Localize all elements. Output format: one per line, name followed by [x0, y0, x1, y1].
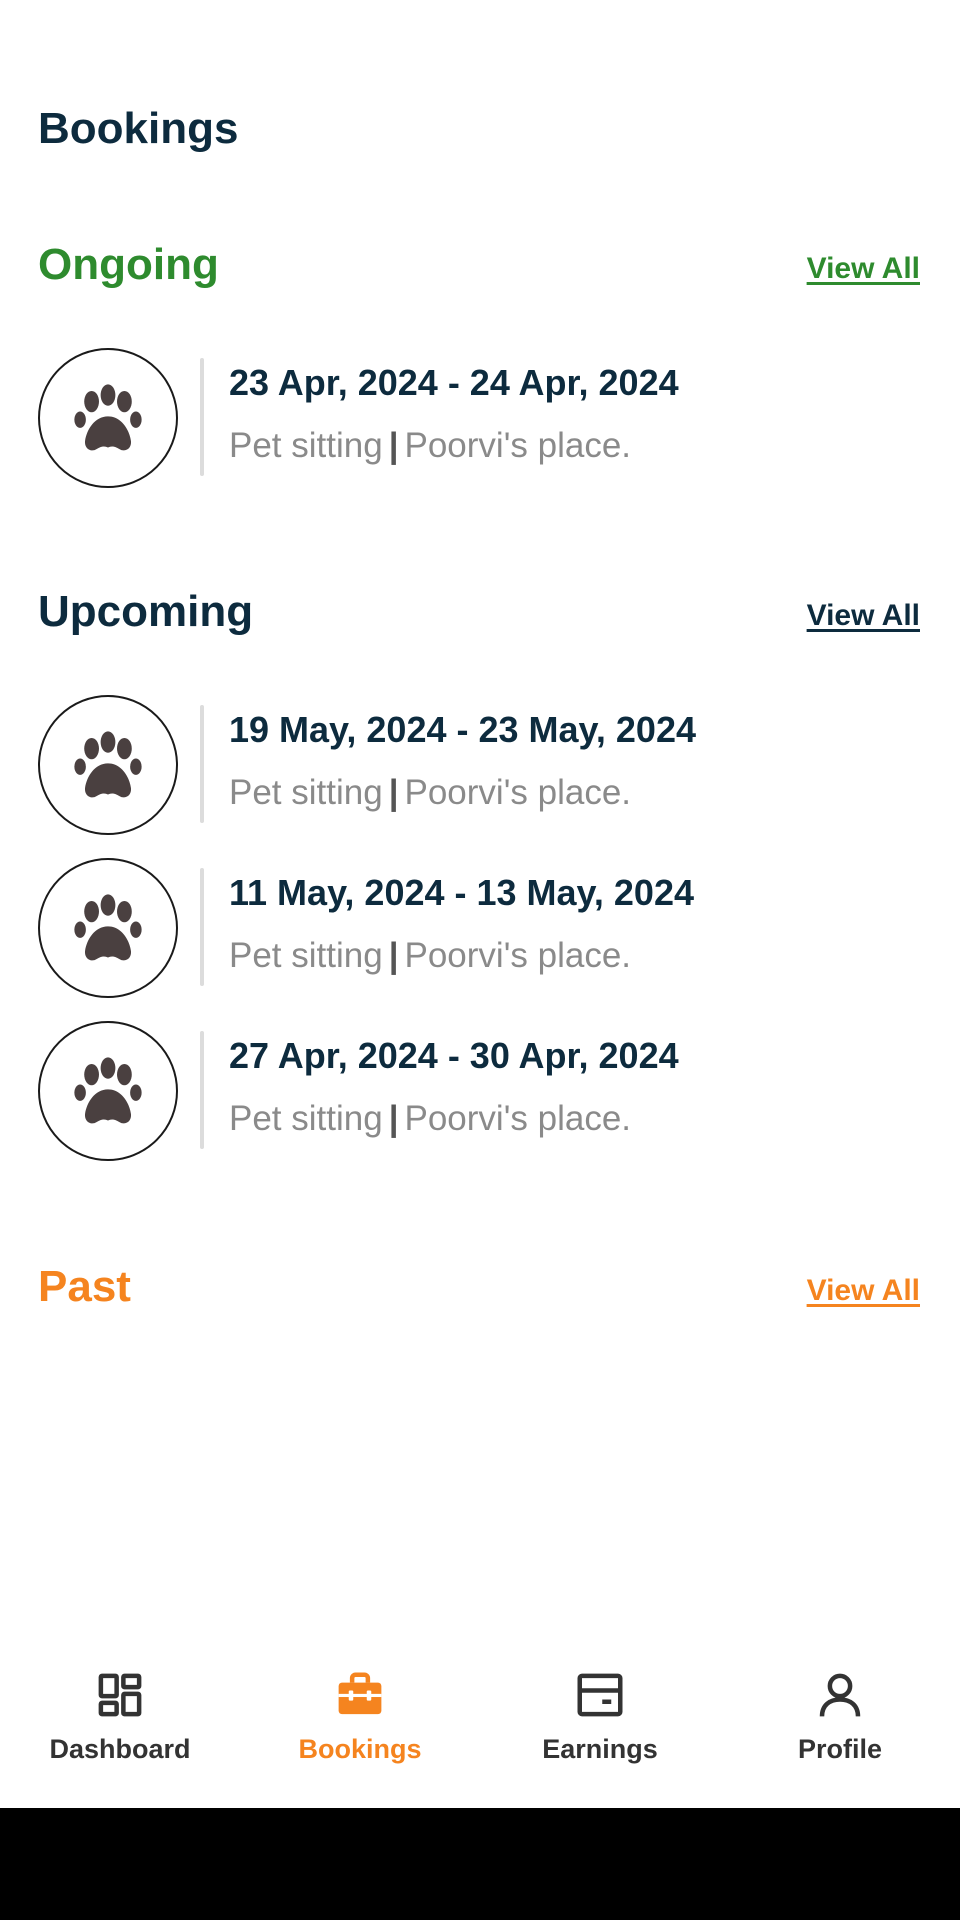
booking-service: Pet sitting — [229, 936, 383, 975]
booking-separator: | — [388, 1099, 399, 1138]
nav-item-bookings[interactable]: Bookings — [240, 1668, 480, 1788]
booking-place: Poorvi's place. — [404, 773, 632, 812]
view-all-past-link[interactable]: View All — [807, 1274, 920, 1308]
nav-item-earnings[interactable]: Earnings — [480, 1668, 720, 1788]
page-title: Bookings — [38, 104, 239, 153]
view-all-ongoing-link[interactable]: View All — [807, 252, 920, 286]
section-title-upcoming: Upcoming — [38, 587, 254, 636]
booking-dates: 19 May, 2024 - 23 May, 2024 — [229, 709, 696, 750]
booking-card[interactable]: 23 Apr, 2024 - 24 Apr, 2024 Pet sitting |… — [38, 348, 918, 488]
section-past-header: Past View All — [38, 1262, 920, 1322]
booking-divider — [200, 705, 204, 823]
wallet-icon — [577, 1673, 623, 1717]
booking-dates: 27 Apr, 2024 - 30 Apr, 2024 — [229, 1035, 679, 1076]
dashboard-icon — [98, 1673, 142, 1717]
booking-separator: | — [388, 426, 399, 465]
booking-service: Pet sitting — [229, 1099, 383, 1138]
nav-label-profile: Profile — [797, 1734, 883, 1764]
booking-place: Poorvi's place. — [404, 1099, 632, 1138]
paw-icon — [74, 384, 142, 451]
system-navigation-bar — [0, 1808, 960, 1920]
person-icon — [819, 1673, 861, 1717]
paw-icon — [74, 894, 142, 961]
booking-avatar — [38, 348, 178, 488]
section-title-ongoing: Ongoing — [38, 240, 219, 289]
paw-icon — [74, 1057, 142, 1124]
bottom-nav: Dashboard Bookings Earnings Profile — [0, 1640, 960, 1808]
nav-item-dashboard[interactable]: Dashboard — [0, 1668, 240, 1788]
booking-meta: Pet sitting | Poorvi's place. — [229, 773, 631, 813]
section-title-past: Past — [38, 1262, 131, 1311]
booking-card[interactable]: 11 May, 2024 - 13 May, 2024 Pet sitting |… — [38, 858, 918, 998]
booking-place: Poorvi's place. — [404, 426, 632, 465]
briefcase-icon — [338, 1672, 382, 1715]
booking-divider — [200, 358, 204, 476]
booking-dates: 23 Apr, 2024 - 24 Apr, 2024 — [229, 362, 679, 403]
booking-service: Pet sitting — [229, 426, 383, 465]
booking-separator: | — [388, 936, 399, 975]
booking-place: Poorvi's place. — [404, 936, 632, 975]
booking-separator: | — [388, 773, 399, 812]
booking-avatar — [38, 695, 178, 835]
booking-divider — [200, 1031, 204, 1149]
booking-dates: 11 May, 2024 - 13 May, 2024 — [229, 872, 694, 913]
booking-meta: Pet sitting | Poorvi's place. — [229, 426, 631, 466]
booking-divider — [200, 868, 204, 986]
nav-label-earnings: Earnings — [542, 1734, 658, 1764]
view-all-upcoming-link[interactable]: View All — [807, 599, 920, 633]
booking-card[interactable]: 19 May, 2024 - 23 May, 2024 Pet sitting |… — [38, 695, 918, 835]
booking-meta: Pet sitting | Poorvi's place. — [229, 936, 631, 976]
nav-item-profile[interactable]: Profile — [720, 1668, 960, 1788]
booking-avatar — [38, 858, 178, 998]
nav-label-bookings: Bookings — [298, 1734, 422, 1764]
section-ongoing-header: Ongoing View All — [38, 240, 920, 300]
booking-avatar — [38, 1021, 178, 1161]
booking-meta: Pet sitting | Poorvi's place. — [229, 1099, 631, 1139]
nav-label-dashboard: Dashboard — [49, 1734, 191, 1764]
paw-icon — [74, 731, 142, 798]
section-upcoming-header: Upcoming View All — [38, 587, 920, 647]
booking-card[interactable]: 27 Apr, 2024 - 30 Apr, 2024 Pet sitting |… — [38, 1021, 918, 1161]
booking-service: Pet sitting — [229, 773, 383, 812]
